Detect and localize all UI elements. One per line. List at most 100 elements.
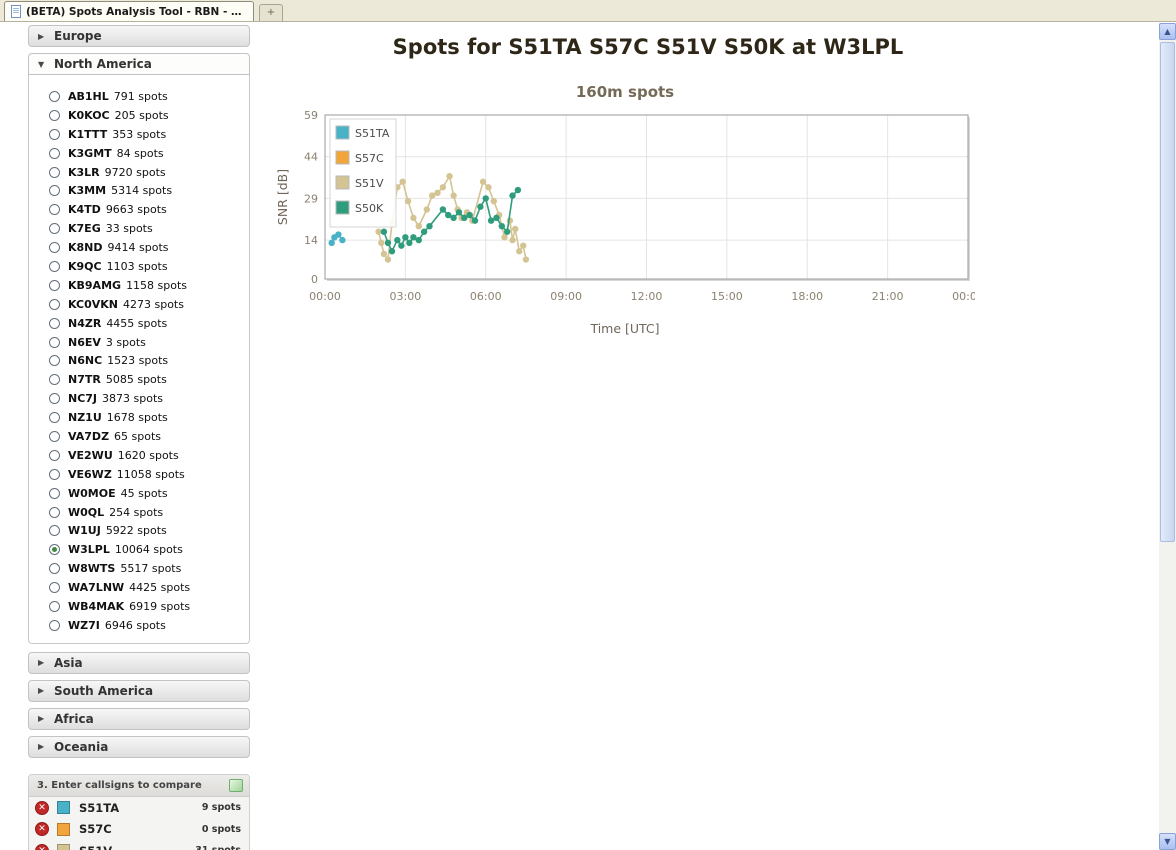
station-spot-count: 5922 spots [106,524,167,537]
station-spot-count: 65 spots [114,430,161,443]
station-row[interactable]: W3LPL 10064 spots [29,540,249,559]
station-row[interactable]: WB4MAK 6919 spots [29,597,249,616]
station-row[interactable]: W8WTS 5517 spots [29,559,249,578]
station-radio[interactable] [49,148,60,159]
station-row[interactable]: N4ZR 4455 spots [29,314,249,333]
delete-callsign-button[interactable]: ✕ [35,801,49,815]
station-row[interactable]: W0MOE 45 spots [29,484,249,503]
station-callsign: KB9AMG [68,279,121,292]
station-row[interactable]: K3GMT 84 spots [29,144,249,163]
station-radio[interactable] [49,525,60,536]
station-spot-count: 791 spots [114,90,168,103]
x-tick-label: 12:00 [631,290,663,303]
station-radio[interactable] [49,469,60,480]
station-radio[interactable] [49,412,60,423]
station-radio[interactable] [49,242,60,253]
station-spot-count: 4425 spots [129,581,190,594]
station-radio[interactable] [49,563,60,574]
station-radio[interactable] [49,91,60,102]
station-radio[interactable] [49,261,60,272]
station-radio[interactable] [49,167,60,178]
station-radio[interactable] [49,544,60,555]
station-row[interactable]: W1UJ 5922 spots [29,521,249,540]
station-radio[interactable] [49,204,60,215]
station-radio[interactable] [49,280,60,291]
region-label: Oceania [54,740,108,754]
compare-spot-count: 31 spots [195,845,241,850]
browser-tab[interactable]: (BETA) Spots Analysis Tool - RBN - R... [4,1,254,21]
station-row[interactable]: W0QL 254 spots [29,503,249,522]
station-spot-count: 5314 spots [111,184,172,197]
region-header-africa[interactable]: Africa [28,708,250,730]
station-row[interactable]: WA7LNW 4425 spots [29,578,249,597]
station-row[interactable]: WZ7I 6946 spots [29,616,249,635]
station-callsign: W0QL [68,506,104,519]
x-tick-label: 03:00 [390,290,422,303]
station-radio[interactable] [49,374,60,385]
station-radio[interactable] [49,355,60,366]
station-radio[interactable] [49,431,60,442]
station-row[interactable]: K3MM 5314 spots [29,181,249,200]
station-callsign: W3LPL [68,543,110,556]
station-row[interactable]: K3LR 9720 spots [29,163,249,182]
legend-swatch [336,126,349,139]
station-spot-count: 84 spots [117,147,164,160]
station-radio[interactable] [49,299,60,310]
station-radio[interactable] [49,450,60,461]
station-radio[interactable] [49,110,60,121]
station-row[interactable]: N7TR 5085 spots [29,370,249,389]
station-radio[interactable] [49,129,60,140]
station-row[interactable]: K9QC 1103 spots [29,257,249,276]
station-row[interactable]: K8ND 9414 spots [29,238,249,257]
new-tab-button[interactable]: + [259,4,283,21]
station-row[interactable]: VA7DZ 65 spots [29,427,249,446]
station-row[interactable]: VE2WU 1620 spots [29,446,249,465]
station-row[interactable]: NC7J 3873 spots [29,389,249,408]
station-radio[interactable] [49,620,60,631]
scroll-down-arrow-icon[interactable]: ▼ [1159,833,1176,850]
station-spot-count: 4273 spots [123,298,184,311]
station-row[interactable]: N6EV 3 spots [29,333,249,352]
station-radio[interactable] [49,223,60,234]
series-color-swatch [57,801,70,814]
station-radio[interactable] [49,507,60,518]
station-spot-count: 11058 spots [117,468,185,481]
x-tick-label: 21:00 [872,290,904,303]
chart-title: 160m spots [275,83,975,101]
station-radio[interactable] [49,185,60,196]
station-row[interactable]: KB9AMG 1158 spots [29,276,249,295]
station-radio[interactable] [49,393,60,404]
compare-panel-icon[interactable] [229,779,243,792]
station-radio[interactable] [49,582,60,593]
region-header-asia[interactable]: Asia [28,652,250,674]
station-radio[interactable] [49,488,60,499]
station-row[interactable]: N6NC 1523 spots [29,351,249,370]
chevron-icon [38,686,47,695]
station-row[interactable]: K1TTT 353 spots [29,125,249,144]
region-header-north-america[interactable]: North America [28,53,250,75]
region-header-oceania[interactable]: Oceania [28,736,250,758]
chevron-icon [38,742,47,751]
main-content: Spots for S51TA S57C S51V S50K at W3LPL … [253,23,1043,336]
compare-spot-count: 9 spots [202,802,241,813]
y-tick-label: 44 [304,151,318,164]
station-row[interactable]: NZ1U 1678 spots [29,408,249,427]
compare-list: ✕ S51TA 9 spots ✕ S57C 0 spots ✕ S51V 31… [29,797,249,850]
station-row[interactable]: K4TD 9663 spots [29,200,249,219]
scrollbar-thumb[interactable] [1160,42,1175,542]
station-radio[interactable] [49,318,60,329]
station-row[interactable]: VE6WZ 11058 spots [29,465,249,484]
delete-callsign-button[interactable]: ✕ [35,844,49,850]
scroll-up-arrow-icon[interactable]: ▲ [1159,23,1176,40]
delete-callsign-button[interactable]: ✕ [35,822,49,836]
region-header-europe[interactable]: Europe [28,25,250,47]
y-tick-label: 0 [311,273,318,286]
station-row[interactable]: K0KOC 205 spots [29,106,249,125]
station-row[interactable]: K7EG 33 spots [29,219,249,238]
station-radio[interactable] [49,337,60,348]
station-row[interactable]: KC0VKN 4273 spots [29,295,249,314]
region-header-south-america[interactable]: South America [28,680,250,702]
station-radio[interactable] [49,601,60,612]
vertical-scrollbar[interactable]: ▲ ▼ [1159,23,1176,850]
station-row[interactable]: AB1HL 791 spots [29,87,249,106]
